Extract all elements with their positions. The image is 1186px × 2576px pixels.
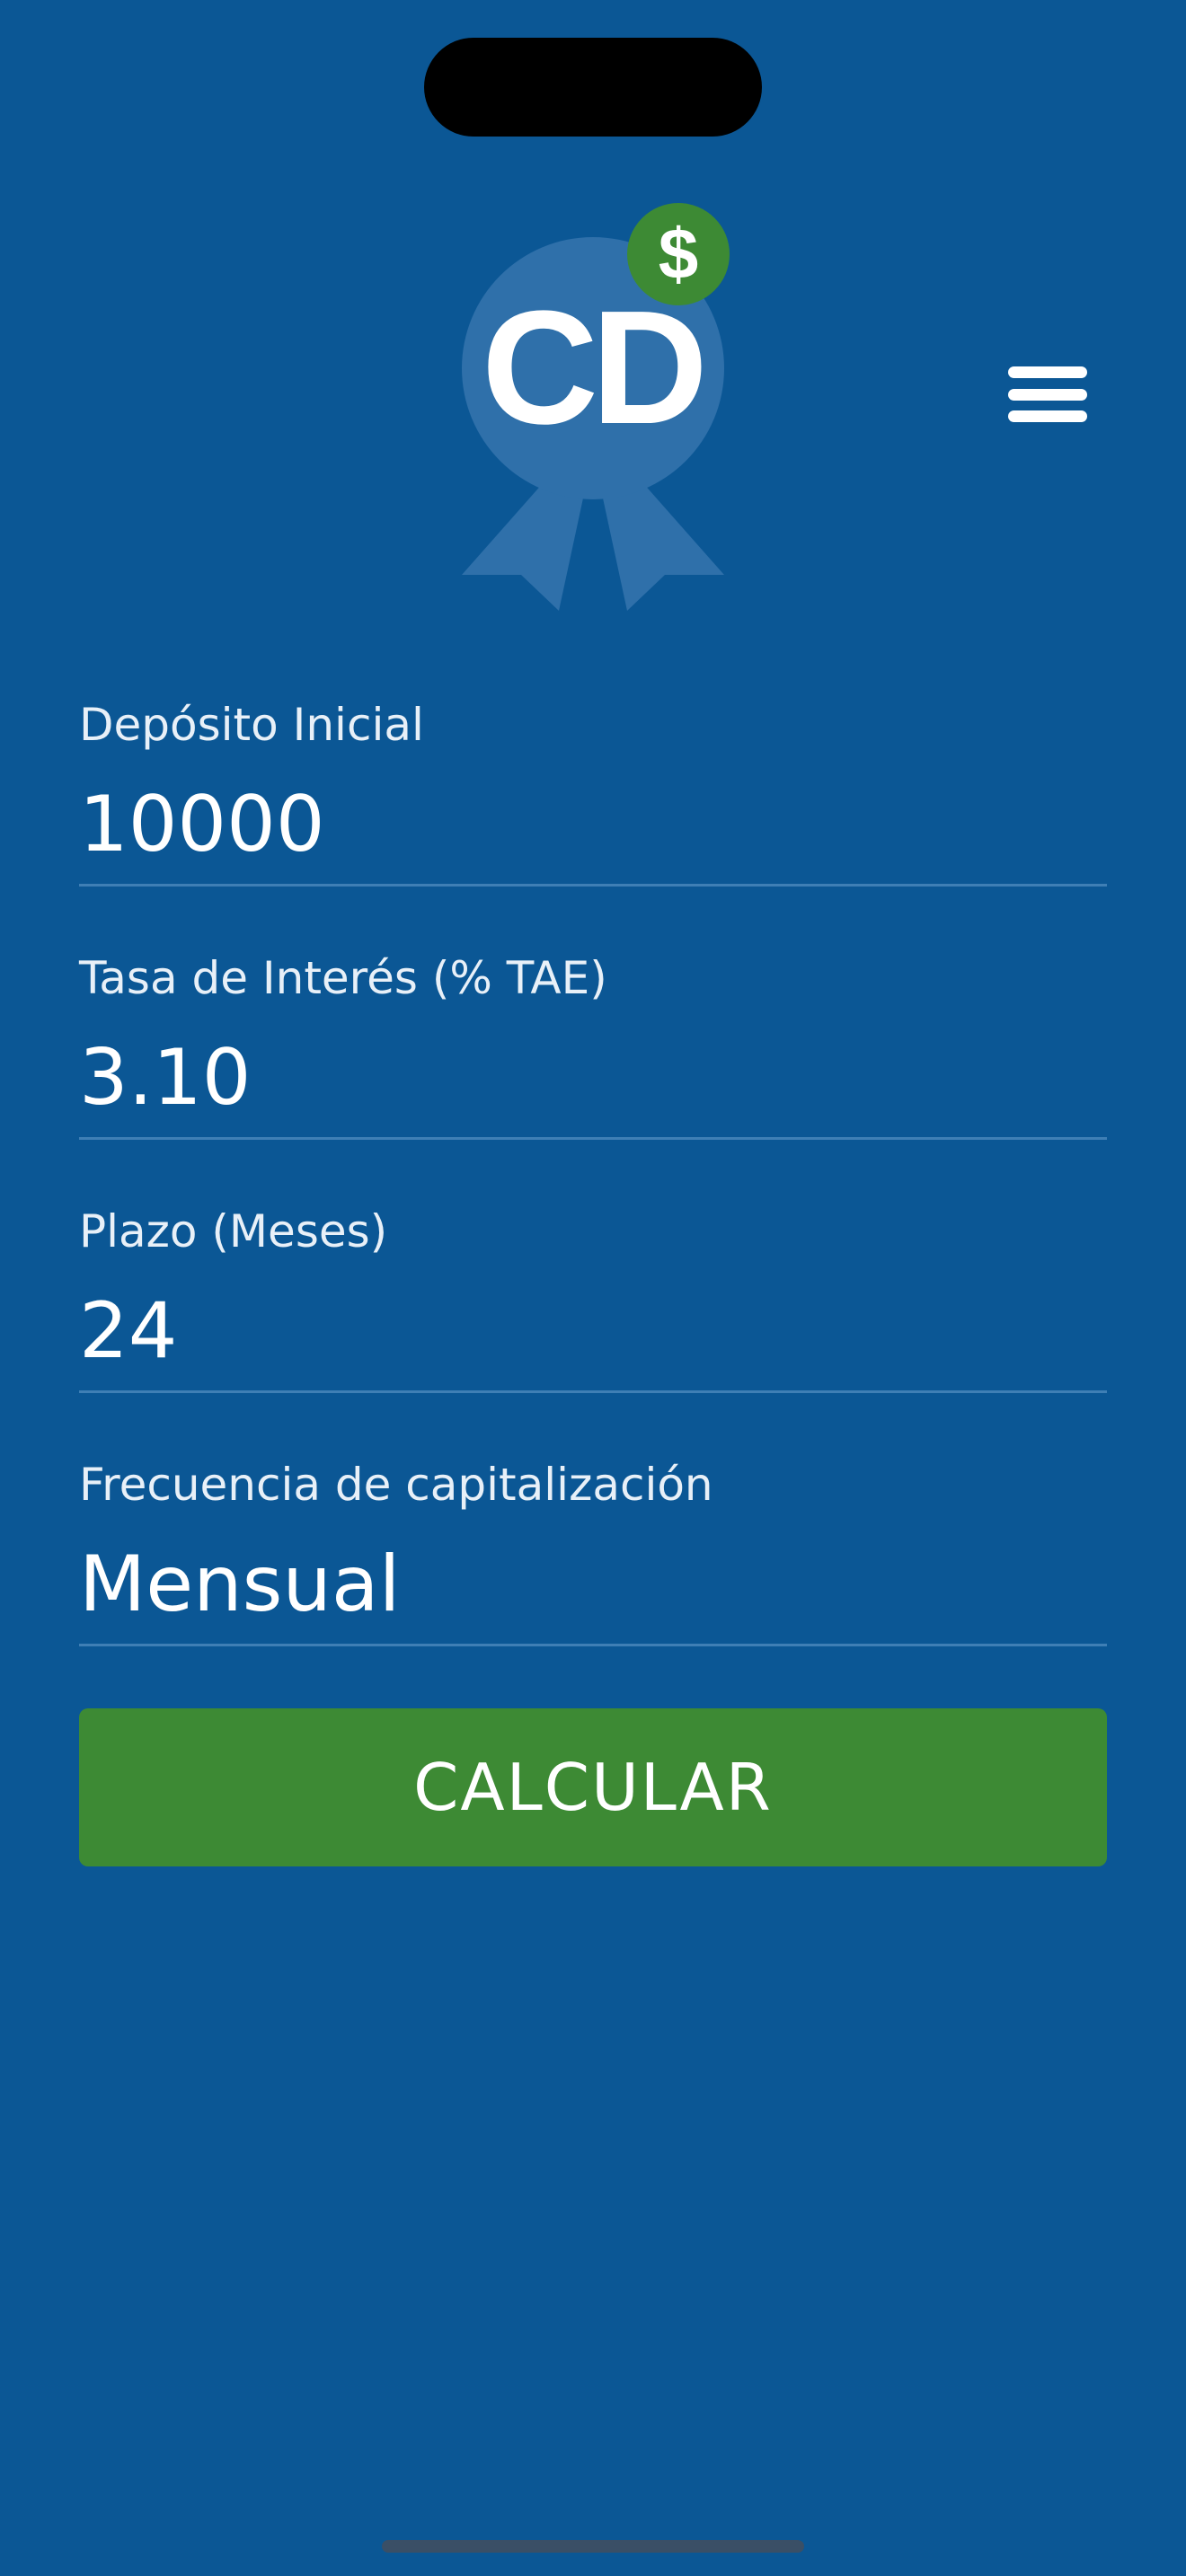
- interest-rate-input[interactable]: [79, 1033, 1107, 1123]
- interest-rate-field: Tasa de Interés (% TAE): [79, 945, 1107, 1198]
- dynamic-island: [424, 38, 762, 137]
- compounding-field: Frecuencia de capitalización Mensual: [79, 1451, 1107, 1705]
- initial-deposit-field: Depósito Inicial: [79, 692, 1107, 945]
- term-input[interactable]: [79, 1286, 1107, 1376]
- cd-calculator-form: Depósito Inicial Tasa de Interés (% TAE)…: [79, 692, 1107, 1705]
- compounding-select[interactable]: Mensual: [79, 1539, 1107, 1629]
- menu-icon-bar-top: [1008, 366, 1087, 378]
- interest-rate-underline: [79, 1137, 1107, 1140]
- compounding-underline: [79, 1644, 1107, 1646]
- dollar-badge-icon: $: [627, 203, 730, 305]
- term-field: Plazo (Meses): [79, 1198, 1107, 1451]
- cd-logo: CD $: [449, 198, 737, 629]
- menu-icon-bar-bottom: [1008, 410, 1087, 422]
- term-underline: [79, 1390, 1107, 1393]
- term-label: Plazo (Meses): [79, 1205, 388, 1257]
- menu-button[interactable]: [1005, 359, 1091, 429]
- menu-icon-bar-middle: [1008, 388, 1087, 401]
- initial-deposit-underline: [79, 884, 1107, 887]
- compounding-label: Frecuencia de capitalización: [79, 1459, 713, 1511]
- interest-rate-label: Tasa de Interés (% TAE): [79, 952, 607, 1004]
- calculate-button[interactable]: CALCULAR: [79, 1708, 1107, 1866]
- initial-deposit-input[interactable]: [79, 780, 1107, 869]
- home-indicator[interactable]: [382, 2540, 804, 2553]
- logo-text: CD: [482, 278, 708, 458]
- initial-deposit-label: Depósito Inicial: [79, 699, 424, 751]
